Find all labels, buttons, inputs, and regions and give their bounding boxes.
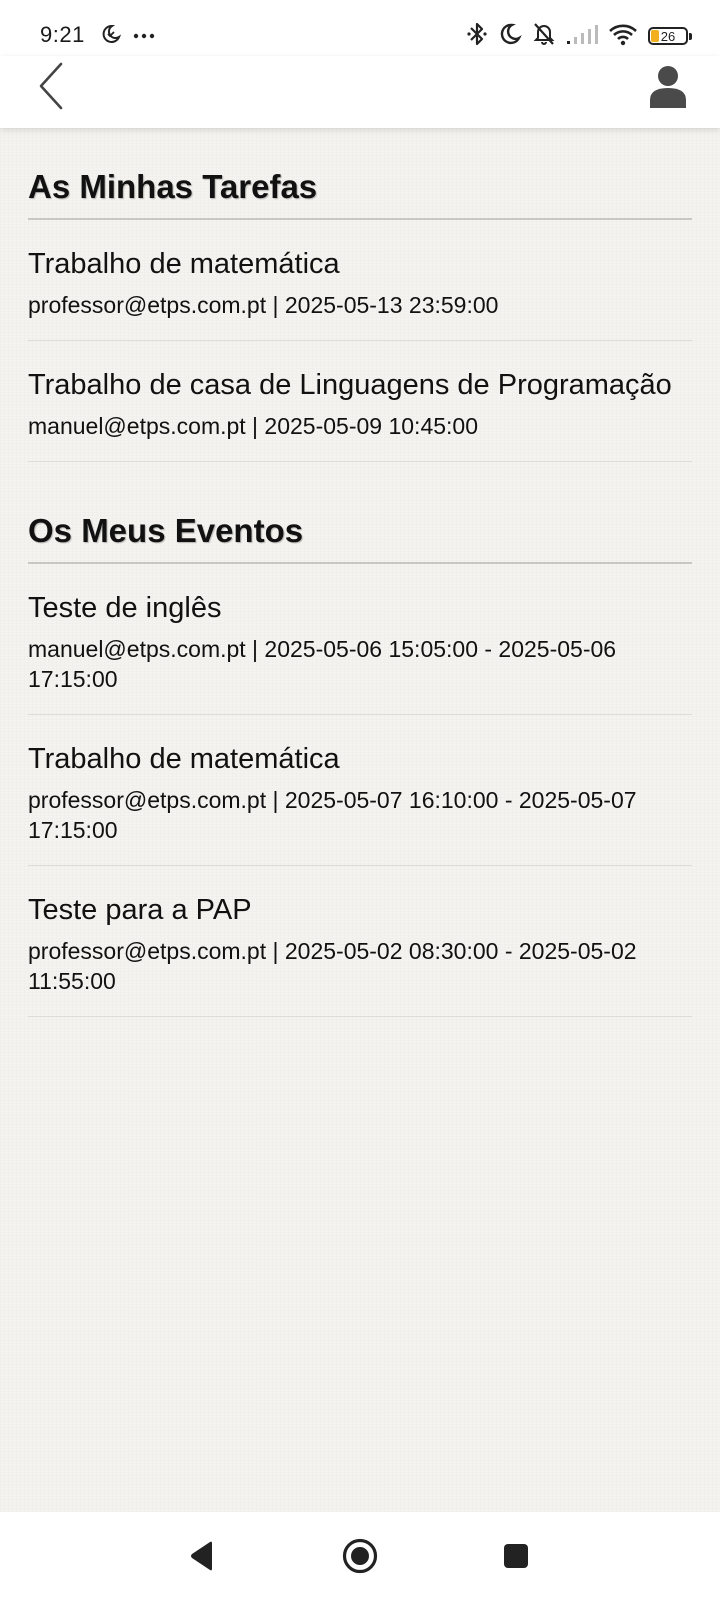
back-button[interactable]	[30, 58, 74, 118]
task-meta: professor@etps.com.pt | 2025-05-13 23:59…	[28, 291, 499, 318]
events-section: Os Meus Eventos Teste de inglês manuel@e…	[28, 462, 692, 1017]
status-left-icons	[100, 22, 156, 50]
user-icon	[649, 64, 687, 113]
nav-recents-icon	[502, 1542, 530, 1575]
nav-back-icon	[188, 1540, 216, 1577]
status-right-icons: 26	[466, 20, 692, 53]
system-nav-bar	[0, 1512, 720, 1600]
status-time: 9:21	[40, 22, 85, 47]
more-dots-icon	[132, 27, 156, 45]
event-item[interactable]: Teste para a PAP professor@etps.com.pt |…	[28, 866, 692, 1017]
task-meta: manuel@etps.com.pt | 2025-05-09 10:45:00	[28, 412, 478, 439]
event-meta: professor@etps.com.pt | 2025-05-07 16:10…	[28, 786, 637, 843]
battery-level: 26	[660, 28, 676, 44]
app-header	[0, 56, 720, 128]
events-section-title: Os Meus Eventos	[28, 462, 692, 564]
event-item[interactable]: Trabalho de matemática professor@etps.co…	[28, 715, 692, 866]
battery-icon: 26	[648, 27, 692, 45]
moon-icon	[498, 22, 522, 51]
bluetooth-icon	[466, 20, 488, 53]
sleep-timer-icon	[100, 23, 122, 50]
chevron-left-icon	[37, 61, 67, 116]
event-meta: professor@etps.com.pt | 2025-05-02 08:30…	[28, 937, 637, 994]
nav-home-icon	[341, 1537, 379, 1580]
event-item[interactable]: Teste de inglês manuel@etps.com.pt | 202…	[28, 564, 692, 715]
task-title: Trabalho de matemática	[28, 247, 340, 280]
status-bar: 9:21 26	[0, 0, 720, 56]
task-item[interactable]: Trabalho de casa de Linguagens de Progra…	[28, 341, 692, 462]
nav-recents-button[interactable]	[492, 1534, 540, 1582]
task-item[interactable]: Trabalho de matemática professor@etps.co…	[28, 220, 692, 341]
nav-back-button[interactable]	[178, 1534, 226, 1582]
task-title: Trabalho de casa de Linguagens de Progra…	[28, 368, 672, 401]
bell-off-icon	[532, 21, 556, 52]
event-title: Teste para a PAP	[28, 893, 252, 926]
nav-home-button[interactable]	[336, 1534, 384, 1582]
event-title: Teste de inglês	[28, 591, 222, 624]
wifi-icon	[608, 22, 638, 51]
event-title: Trabalho de matemática	[28, 742, 340, 775]
tasks-section: As Minhas Tarefas Trabalho de matemática…	[28, 128, 692, 462]
profile-button[interactable]	[642, 62, 694, 114]
signal-icon	[566, 23, 598, 50]
event-meta: manuel@etps.com.pt | 2025-05-06 15:05:00…	[28, 635, 617, 692]
main-content: As Minhas Tarefas Trabalho de matemática…	[0, 128, 720, 1512]
tasks-section-title: As Minhas Tarefas	[28, 128, 692, 220]
